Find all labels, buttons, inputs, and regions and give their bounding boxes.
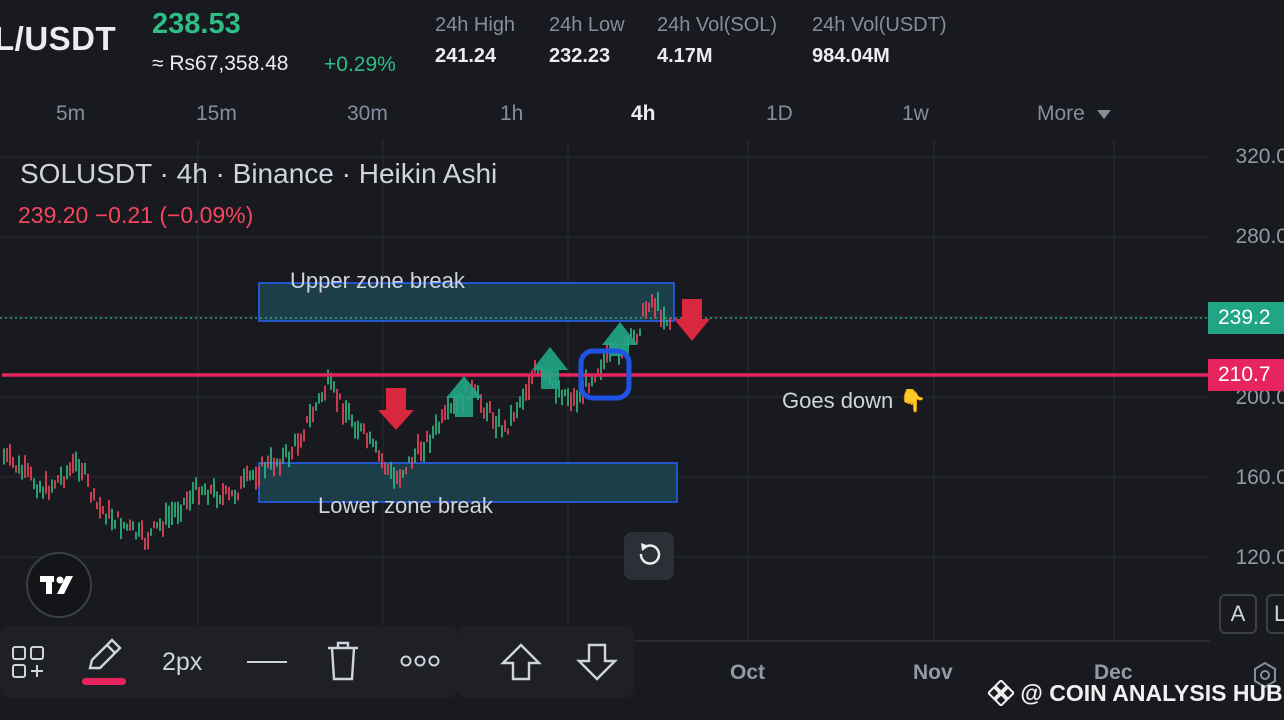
bring-forward-icon[interactable] xyxy=(500,642,542,682)
trash-icon[interactable] xyxy=(325,640,361,682)
refresh-icon xyxy=(639,543,661,565)
stroke-width-selector[interactable]: 2px xyxy=(162,648,202,677)
tab-more-label: More xyxy=(1037,102,1085,125)
x-axis-tick: Nov xyxy=(913,661,953,684)
stat-value-24h-high: 241.24 xyxy=(435,45,497,67)
up-arrow-icon xyxy=(532,347,568,389)
stat-label-24h-vol-sol: 24h Vol(SOL) xyxy=(657,14,778,36)
more-icon[interactable] xyxy=(400,654,440,668)
down-arrow-icon xyxy=(674,299,710,341)
tab-4h[interactable]: 4h xyxy=(631,102,656,126)
y-axis-tick: 320.0 xyxy=(1235,145,1284,168)
stat-label-24h-high: 24h High xyxy=(435,14,516,36)
caret-down-icon xyxy=(1096,109,1111,119)
tab-1w[interactable]: 1w xyxy=(902,102,929,126)
x-axis-tick: Oct xyxy=(730,661,766,684)
fiat-price: ≈ Rs67,358.48 xyxy=(152,52,289,75)
watermark-text: @ COIN ANALYSIS HUB xyxy=(1020,680,1283,706)
tab-1h[interactable]: 1h xyxy=(500,102,523,126)
order-toolbar xyxy=(458,626,634,698)
tab-5m[interactable]: 5m xyxy=(56,102,85,126)
tab-15m[interactable]: 15m xyxy=(196,102,237,126)
tab-30m[interactable]: 30m xyxy=(347,102,388,126)
log-scale-button[interactable]: L xyxy=(1266,594,1284,634)
stat-value-24h-low: 232.23 xyxy=(549,45,611,67)
chart-legend-values: 239.20 −0.21 (−0.09%) xyxy=(18,202,254,228)
last-price: 238.53 xyxy=(152,8,241,40)
tv-logo-icon xyxy=(40,576,73,594)
tradingview-logo[interactable] xyxy=(26,552,92,618)
send-backward-icon[interactable] xyxy=(576,642,618,682)
tab-1d[interactable]: 1D xyxy=(766,102,793,126)
watermark: @ COIN ANALYSIS HUB xyxy=(986,678,1283,708)
lower-zone-label: Lower zone break xyxy=(318,493,493,518)
current-price-tag: 239.2 xyxy=(1208,302,1284,334)
upper-zone-label: Upper zone break xyxy=(290,268,465,293)
stat-value-24h-vol-usdt: 984.04M xyxy=(812,45,890,67)
pair-symbol: L/USDT xyxy=(0,20,117,57)
chart-legend-title: SOLUSDT · 4h · Binance · Heikin Ashi xyxy=(20,158,498,189)
line-style-icon[interactable] xyxy=(247,661,287,663)
stat-label-24h-vol-usdt: 24h Vol(USDT) xyxy=(812,14,947,36)
pencil-icon[interactable] xyxy=(84,636,124,674)
goes-down-label: Goes down 👇 xyxy=(782,388,927,413)
level-price-tag: 210.7 xyxy=(1208,359,1284,391)
stat-label-24h-low: 24h Low xyxy=(549,14,625,36)
auto-scale-button[interactable]: A xyxy=(1219,594,1257,634)
y-axis-tick: 160.0 xyxy=(1235,466,1284,489)
tab-more[interactable]: More xyxy=(1037,102,1111,126)
y-axis-tick: 120.0 xyxy=(1235,546,1284,569)
apps-icon[interactable] xyxy=(10,644,46,680)
drawing-toolbar: 2px xyxy=(0,626,458,698)
reset-chart-button[interactable] xyxy=(624,532,674,580)
stat-value-24h-vol-sol: 4.17M xyxy=(657,45,713,67)
binance-logo-icon xyxy=(986,678,1016,708)
price-change-percent: +0.29% xyxy=(324,53,396,76)
active-tool-underline xyxy=(82,678,126,685)
y-axis-tick: 280.0 xyxy=(1235,225,1284,248)
